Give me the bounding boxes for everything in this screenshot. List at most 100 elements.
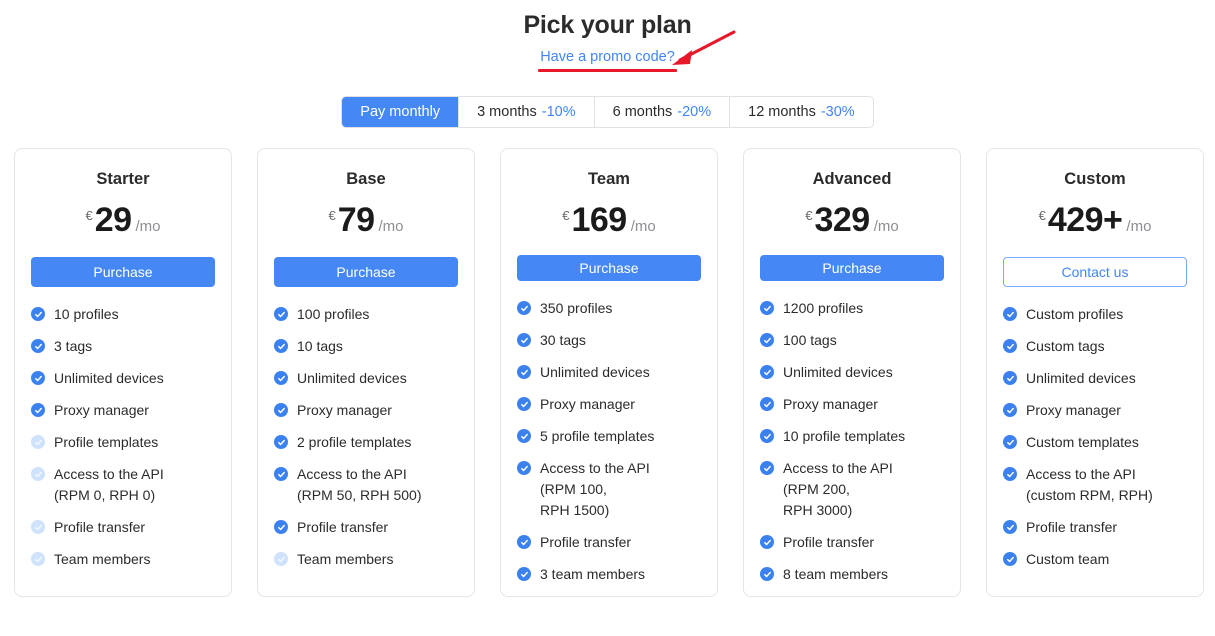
feature-item: Access to the API (RPM 200, RPH 3000) — [760, 458, 944, 521]
feature-label: Profile transfer — [783, 534, 875, 550]
feature-list: 350 profiles 30 tags Unlimited devices Prox… — [517, 298, 701, 596]
pricing-card-custom: Custom €429+/mo Contact us Custom profiles C… — [986, 148, 1204, 597]
feature-label: 100 profiles — [297, 306, 370, 322]
check-circle-icon — [760, 429, 774, 443]
feature-item: Unlimited devices — [1003, 368, 1187, 389]
check-circle-disabled-icon — [274, 552, 288, 566]
check-circle-icon — [1003, 435, 1017, 449]
feature-label: Custom team — [1026, 551, 1110, 567]
feature-label: Unlimited devices — [54, 370, 164, 386]
feature-label: Profile transfer — [54, 519, 146, 535]
feature-label: Custom templates — [1026, 434, 1139, 450]
check-circle-icon — [517, 535, 531, 549]
check-circle-icon — [1003, 371, 1017, 385]
plan-price: €429+/mo — [1003, 201, 1187, 241]
contact-us-button[interactable]: Contact us — [1003, 257, 1187, 287]
feature-item: Custom templates — [1003, 432, 1187, 453]
feature-label: Custom tags — [1026, 338, 1105, 354]
feature-item: Unlimited devices — [274, 368, 458, 389]
cta-label: Purchase — [822, 260, 882, 276]
check-circle-icon — [1003, 520, 1017, 534]
feature-item: 10 profiles — [31, 304, 215, 325]
check-circle-disabled-icon — [31, 520, 45, 534]
plan-name: Custom — [1064, 170, 1126, 188]
pricing-page: Pick your plan Have a promo code? Pay mo… — [0, 0, 1215, 636]
feature-label: Unlimited devices — [783, 364, 893, 380]
price-amount: 79 — [337, 201, 375, 239]
price-amount: 169 — [571, 201, 627, 239]
check-circle-icon — [1003, 339, 1017, 353]
plan-name: Base — [346, 170, 386, 188]
feature-item: Profile transfer — [274, 517, 458, 538]
cta-label: Contact us — [1061, 264, 1129, 280]
promo-code-link[interactable]: Have a promo code? — [540, 48, 675, 66]
feature-label: Unlimited devices — [297, 370, 407, 386]
tab-pay-monthly[interactable]: Pay monthly — [342, 97, 460, 127]
check-circle-icon — [274, 339, 288, 353]
plan-name: Team — [588, 170, 630, 188]
check-circle-icon — [31, 307, 45, 321]
price-amount: 29 — [94, 201, 132, 239]
feature-label: Proxy manager — [54, 402, 149, 418]
feature-item: 10 profile templates — [760, 426, 944, 447]
currency-symbol: € — [1038, 208, 1046, 223]
cta-label: Purchase — [336, 264, 396, 280]
check-circle-icon — [1003, 467, 1017, 481]
purchase-button[interactable]: Purchase — [517, 255, 701, 281]
feature-list: Custom profiles Custom tags Unlimited devi… — [1003, 304, 1187, 581]
feature-label: 30 tags — [540, 332, 586, 348]
page-header: Pick your plan Have a promo code? — [0, 0, 1215, 72]
pricing-card-starter: Starter €29/mo Purchase 10 profiles 3 tags Un… — [14, 148, 232, 597]
feature-label: 5 profile templates — [540, 428, 655, 444]
tab-discount-badge: -20% — [677, 104, 712, 120]
feature-item: Unlimited devices — [517, 362, 701, 383]
check-circle-disabled-icon — [31, 435, 45, 449]
tab-label: 6 months — [612, 104, 673, 120]
feature-label: Proxy manager — [1026, 402, 1121, 418]
feature-item: 100 profiles — [274, 304, 458, 325]
check-circle-icon — [760, 461, 774, 475]
feature-item: Proxy manager — [31, 400, 215, 421]
feature-label: Proxy manager — [297, 402, 392, 418]
purchase-button[interactable]: Purchase — [760, 255, 944, 281]
price-period: /mo — [1126, 218, 1152, 235]
check-circle-icon — [274, 307, 288, 321]
feature-label: Profile templates — [54, 434, 159, 450]
check-circle-icon — [517, 301, 531, 315]
feature-label: Team members — [297, 551, 394, 567]
feature-label: 8 team members — [783, 566, 889, 582]
purchase-button[interactable]: Purchase — [274, 257, 458, 287]
feature-label: 1200 profiles — [783, 300, 864, 316]
promo-link-underline-annotation — [538, 69, 677, 72]
price-period: /mo — [873, 218, 899, 235]
tab-6-months[interactable]: 6 months -20% — [594, 97, 731, 127]
feature-item: Team members — [31, 549, 215, 570]
feature-label: Access to the API (RPM 50, RPH 500) — [297, 466, 422, 503]
check-circle-icon — [274, 371, 288, 385]
check-circle-icon — [517, 397, 531, 411]
promo-code-link-wrapper[interactable]: Have a promo code? — [538, 48, 677, 72]
feature-label: 2 profile templates — [297, 434, 412, 450]
feature-item: Custom team — [1003, 549, 1187, 570]
tab-3-months[interactable]: 3 months -10% — [459, 97, 595, 127]
feature-label: 10 profiles — [54, 306, 119, 322]
tab-label: 12 months — [748, 104, 816, 120]
check-circle-icon — [274, 520, 288, 534]
feature-item: Proxy manager — [517, 394, 701, 415]
check-circle-icon — [1003, 403, 1017, 417]
check-circle-disabled-icon — [31, 552, 45, 566]
currency-symbol: € — [85, 208, 93, 223]
feature-label: Profile transfer — [297, 519, 389, 535]
purchase-button[interactable]: Purchase — [31, 257, 215, 287]
feature-label: Proxy manager — [783, 396, 878, 412]
tab-12-months[interactable]: 12 months -30% — [730, 97, 873, 127]
pricing-card-team: Team €169/mo Purchase 350 profiles 30 tags Un… — [500, 148, 718, 597]
feature-label: 10 profile templates — [783, 428, 906, 444]
feature-item: 10 tags — [274, 336, 458, 357]
feature-item: Profile transfer — [760, 532, 944, 553]
billing-period-tabs-row: Pay monthly 3 months -10% 6 months -20% … — [0, 96, 1215, 128]
feature-list: 10 profiles 3 tags Unlimited devices Proxy … — [31, 304, 215, 581]
feature-label: Access to the API (RPM 0, RPH 0) — [54, 466, 164, 503]
plan-price: €329/mo — [760, 201, 944, 239]
feature-label: 100 tags — [783, 332, 837, 348]
